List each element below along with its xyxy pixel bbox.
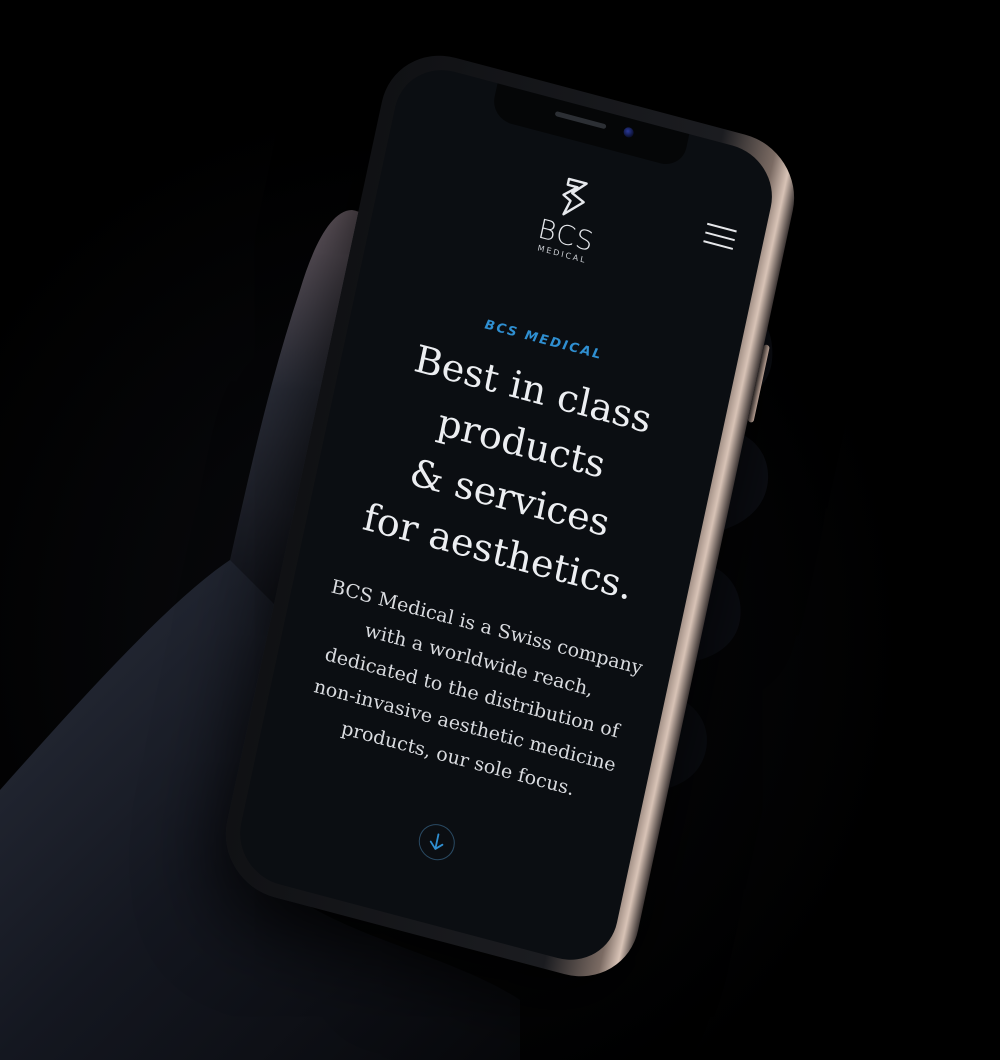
bcs-zigzag-logo-icon [562,177,588,216]
hero-intro: BCS Medical is a Swiss company with a wo… [300,570,645,816]
speaker-grille [554,110,607,130]
hamburger-menu-icon[interactable] [703,221,739,253]
menu-bar-bottom [703,240,734,250]
menu-bar-middle [705,231,735,242]
arrow-down-circle-icon [429,833,444,850]
mockup-scene: BCS MEDICAL BCS MEDICAL Best in class pr… [0,0,1000,1060]
front-camera [622,126,635,139]
scroll-down-button[interactable] [415,820,459,865]
menu-bar-top [707,222,737,233]
site-logo[interactable]: BCS MEDICAL [522,168,618,270]
